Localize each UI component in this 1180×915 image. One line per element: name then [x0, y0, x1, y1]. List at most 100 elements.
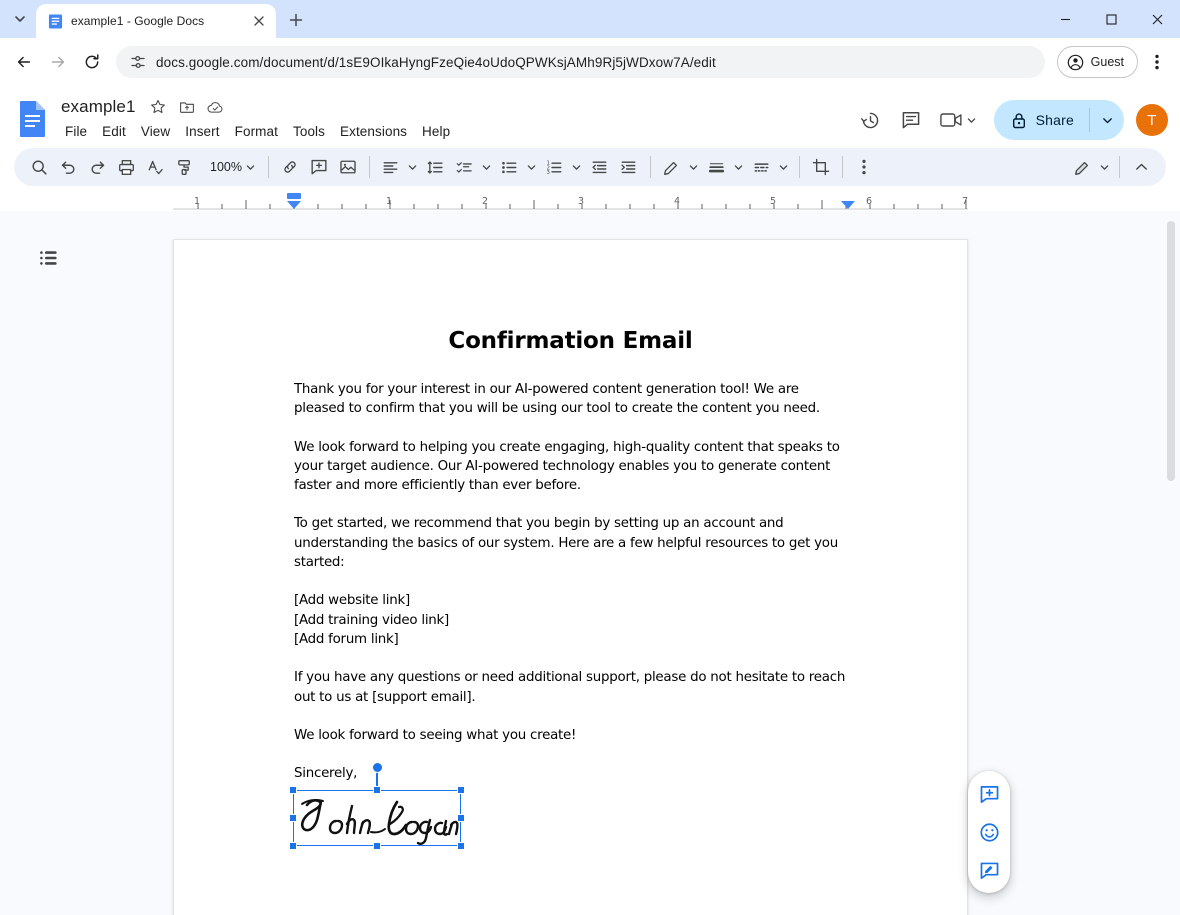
menu-file[interactable]: File [58, 121, 94, 142]
move-to-folder-icon[interactable] [177, 97, 197, 117]
close-icon[interactable] [1134, 0, 1180, 38]
image-icon[interactable] [334, 153, 362, 181]
menu-tools[interactable]: Tools [286, 121, 332, 142]
browser-menu-button[interactable] [1142, 46, 1172, 78]
checklist-icon[interactable] [451, 153, 479, 181]
chevron-down-icon[interactable] [731, 153, 747, 181]
document-outline-icon[interactable] [34, 243, 64, 273]
saved-to-drive-icon[interactable] [206, 97, 226, 117]
crop-icon[interactable] [807, 153, 835, 181]
border-weight-icon[interactable] [703, 153, 731, 181]
version-history-icon[interactable] [852, 101, 890, 139]
svg-text:4: 4 [674, 196, 680, 207]
menu-help[interactable]: Help [415, 121, 457, 142]
document-title[interactable]: example1 [58, 96, 139, 118]
rotation-handle[interactable] [372, 762, 383, 773]
chevron-down-icon [246, 163, 255, 172]
increase-indent-icon[interactable] [615, 153, 643, 181]
menu-extensions[interactable]: Extensions [333, 121, 414, 142]
bulleted-list-control[interactable] [496, 153, 540, 181]
docs-toolbar: 100% [14, 148, 1166, 186]
chevron-down-icon[interactable] [569, 153, 585, 181]
resize-handle-middle-right[interactable] [457, 814, 465, 822]
editing-mode-pencil-icon[interactable] [1068, 153, 1096, 181]
suggest-edit-icon[interactable] [972, 853, 1006, 887]
reload-button[interactable] [76, 46, 108, 78]
decrease-indent-icon[interactable] [586, 153, 614, 181]
tab-search-button[interactable] [6, 5, 34, 33]
minimize-icon[interactable] [1042, 0, 1088, 38]
svg-text:3: 3 [547, 170, 550, 176]
border-weight-control[interactable] [703, 153, 747, 181]
resize-handle-middle-left[interactable] [289, 814, 297, 822]
resize-handle-top-right[interactable] [457, 786, 465, 794]
toolbar-more-options-icon[interactable] [850, 153, 878, 181]
share-dropdown-button[interactable] [1090, 100, 1124, 140]
vertical-scrollbar[interactable] [1166, 211, 1176, 915]
menu-view[interactable]: View [134, 121, 177, 142]
document-page[interactable]: Confirmation Email Thank you for your in… [173, 239, 968, 915]
numbered-list-control[interactable]: 123 [541, 153, 585, 181]
add-comment-icon[interactable] [972, 777, 1006, 811]
editing-mode-control[interactable] [1068, 153, 1112, 181]
resize-handle-top-center[interactable] [373, 786, 381, 794]
zoom-control[interactable]: 100% [201, 153, 259, 181]
chevron-down-icon[interactable] [686, 153, 702, 181]
resize-handle-bottom-right[interactable] [457, 842, 465, 850]
print-icon[interactable] [112, 153, 140, 181]
share-button-group[interactable]: Share [994, 100, 1124, 140]
chevron-down-icon[interactable] [405, 153, 421, 181]
border-color-control[interactable] [658, 153, 702, 181]
profile-button[interactable]: Guest [1057, 46, 1138, 78]
line-spacing-icon[interactable] [422, 153, 450, 181]
align-left-icon[interactable] [377, 153, 405, 181]
document-paragraph: If you have any questions or need additi… [294, 668, 847, 707]
horizontal-ruler[interactable]: 112 345 67 [173, 191, 968, 211]
menu-edit[interactable]: Edit [95, 121, 133, 142]
google-meet-button[interactable] [932, 101, 984, 139]
link-icon[interactable] [276, 153, 304, 181]
scrollbar-thumb[interactable] [1167, 221, 1175, 481]
align-control[interactable] [377, 153, 421, 181]
numbered-list-icon[interactable]: 123 [541, 153, 569, 181]
address-bar[interactable]: docs.google.com/document/d/1sE9OIkaHyngF… [116, 46, 1045, 78]
back-button[interactable] [8, 46, 40, 78]
google-docs-logo[interactable] [14, 96, 52, 141]
chevron-down-icon[interactable] [524, 153, 540, 181]
menu-insert[interactable]: Insert [178, 121, 226, 142]
svg-text:1: 1 [194, 196, 200, 207]
resize-handle-top-left[interactable] [289, 786, 297, 794]
share-button[interactable]: Share [994, 100, 1089, 140]
undo-icon[interactable] [54, 153, 82, 181]
star-icon[interactable] [148, 97, 168, 117]
resize-handle-bottom-center[interactable] [373, 842, 381, 850]
menu-format[interactable]: Format [228, 121, 285, 142]
resize-handle-bottom-left[interactable] [289, 842, 297, 850]
avatar[interactable]: T [1136, 104, 1168, 136]
checklist-control[interactable] [451, 153, 495, 181]
close-icon[interactable] [250, 12, 268, 30]
browser-tab[interactable]: example1 - Google Docs [36, 4, 276, 38]
pencil-icon[interactable] [658, 153, 686, 181]
spellcheck-icon[interactable] [141, 153, 169, 181]
collapse-toolbar-chevron-up-icon[interactable] [1127, 153, 1155, 181]
maximize-icon[interactable] [1088, 0, 1134, 38]
redo-icon[interactable] [83, 153, 111, 181]
toolbar-divider [1119, 156, 1120, 178]
comment-history-icon[interactable] [892, 101, 930, 139]
chevron-down-icon[interactable] [479, 153, 495, 181]
paint-format-icon[interactable] [170, 153, 198, 181]
browser-tab-strip: example1 - Google Docs [0, 0, 1180, 38]
forward-button[interactable] [42, 46, 74, 78]
search-icon[interactable] [25, 153, 53, 181]
border-dash-icon[interactable] [748, 153, 776, 181]
selected-image[interactable] [294, 791, 460, 845]
add-comment-icon[interactable] [305, 153, 333, 181]
page-settings-icon[interactable] [130, 54, 146, 70]
chevron-down-icon[interactable] [1096, 153, 1112, 181]
emoji-icon[interactable] [972, 815, 1006, 849]
new-tab-button[interactable] [282, 6, 310, 34]
bulleted-list-icon[interactable] [496, 153, 524, 181]
chevron-down-icon[interactable] [776, 153, 792, 181]
border-dash-control[interactable] [748, 153, 792, 181]
